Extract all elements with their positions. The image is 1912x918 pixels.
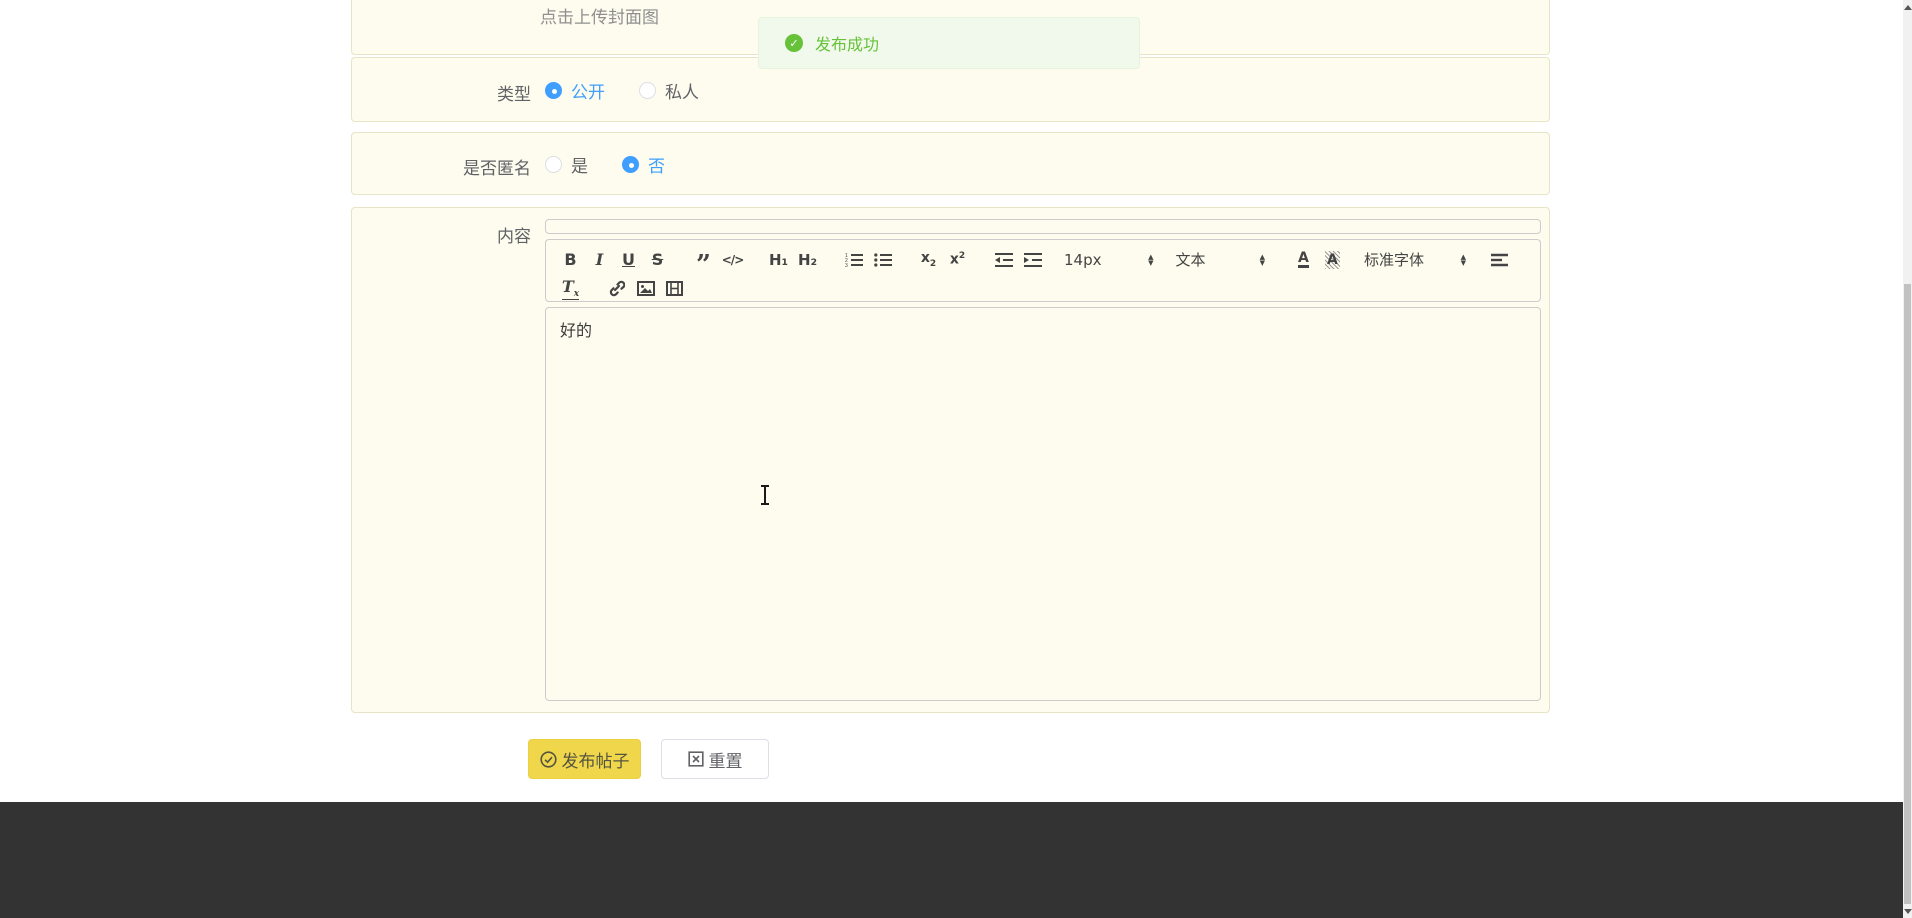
type-radio-group: 公开 私人 (545, 78, 699, 103)
ordered-list-icon[interactable]: 123 (839, 247, 868, 273)
radio-option-yes[interactable]: 是 (545, 152, 588, 177)
content-label: 内容 (497, 227, 531, 246)
radio-checked-icon[interactable] (545, 82, 562, 99)
header-1-icon[interactable]: H₁ (764, 247, 793, 273)
publish-post-label: 发布帖子 (561, 751, 630, 771)
radio-unchecked-icon[interactable] (545, 156, 562, 173)
ibeam-cursor (760, 485, 770, 505)
check-glyph: ✓ (789, 37, 799, 50)
vertical-scrollbar[interactable] (1903, 0, 1912, 918)
success-toast: ✓ 发布成功 (758, 17, 1140, 69)
scroll-up-arrow-icon[interactable] (1904, 5, 1912, 10)
bold-icon[interactable]: B (556, 247, 585, 273)
radio-label-yes[interactable]: 是 (571, 152, 588, 177)
scroll-down-arrow-icon[interactable] (1904, 909, 1912, 914)
radio-label-private[interactable]: 私人 (665, 78, 699, 103)
link-icon[interactable] (602, 276, 631, 302)
editor-text: 好的 (560, 323, 593, 340)
text-color-icon[interactable]: A (1289, 247, 1318, 273)
toolbar-row-1: B I U S ” </> H₁ H₂ 123 x2 x2 14px ▲ ▼ 文… (556, 245, 1532, 278)
blockquote-icon[interactable]: ” (689, 247, 718, 278)
clean-format-icon[interactable]: Tx (556, 276, 585, 302)
font-size-value: 14px (1064, 250, 1102, 269)
radio-label-public[interactable]: 公开 (571, 78, 605, 103)
radio-option-private[interactable]: 私人 (639, 78, 699, 103)
strike-icon[interactable]: S (643, 247, 672, 273)
radio-option-no[interactable]: 否 (622, 152, 665, 177)
scrollbar-thumb[interactable] (1904, 284, 1911, 904)
indent-icon[interactable] (1018, 247, 1047, 273)
radio-label-no[interactable]: 否 (648, 152, 665, 177)
publish-post-button[interactable]: 发布帖子 (528, 739, 641, 779)
anonymous-radio-group: 是 否 (545, 152, 665, 177)
align-icon[interactable] (1486, 247, 1515, 273)
font-family-value: 标准字体 (1363, 251, 1424, 269)
paragraph-style-picker[interactable]: 文本 ▲ ▼ (1175, 249, 1264, 270)
type-label: 类型 (497, 85, 531, 104)
editor-toolbar: B I U S ” </> H₁ H₂ 123 x2 x2 14px ▲ ▼ 文… (545, 239, 1541, 302)
image-icon[interactable] (631, 276, 660, 302)
outdent-icon[interactable] (989, 247, 1018, 273)
updown-arrows-icon: ▲ ▼ (1460, 252, 1466, 267)
updown-arrows-icon: ▲ ▼ (1259, 252, 1265, 267)
font-size-picker[interactable]: 14px ▲ ▼ (1064, 251, 1153, 269)
background-color-icon[interactable]: A (1318, 247, 1347, 273)
superscript-icon[interactable]: x2 (943, 247, 972, 273)
cover-upload-area[interactable]: 点击上传封面图 (540, 3, 659, 28)
editor-top-strip (545, 219, 1541, 234)
circle-check-icon (539, 750, 557, 768)
updown-arrows-icon: ▲ ▼ (1148, 252, 1154, 267)
video-icon[interactable] (660, 276, 689, 302)
reset-label: 重置 (708, 751, 743, 771)
underline-icon[interactable]: U (614, 247, 643, 273)
publish-post-page: 点击上传封面图 ✓ 发布成功 类型 公开 私人 是否匿名 是 否 内容 B I … (0, 0, 1912, 918)
svg-text:3: 3 (845, 263, 848, 268)
radio-checked-icon[interactable] (622, 156, 639, 173)
success-check-icon: ✓ (785, 34, 803, 52)
reset-button[interactable]: 重置 (661, 739, 769, 779)
header-2-icon[interactable]: H₂ (793, 247, 822, 273)
editor-content-area[interactable]: 好的 (545, 307, 1541, 701)
radio-unchecked-icon[interactable] (639, 82, 656, 99)
box-x-icon (687, 751, 704, 767)
anonymous-label: 是否匿名 (463, 159, 531, 178)
bullet-list-icon[interactable] (868, 247, 897, 273)
code-block-icon[interactable]: </> (718, 247, 747, 273)
radio-option-public[interactable]: 公开 (545, 78, 605, 103)
italic-icon[interactable]: I (585, 247, 614, 273)
page-footer (0, 802, 1912, 918)
toast-message: 发布成功 (815, 37, 880, 54)
paragraph-style-value: 文本 (1175, 251, 1206, 269)
subscript-icon[interactable]: x2 (914, 247, 943, 273)
font-family-picker[interactable]: 标准字体 ▲ ▼ (1364, 249, 1466, 270)
